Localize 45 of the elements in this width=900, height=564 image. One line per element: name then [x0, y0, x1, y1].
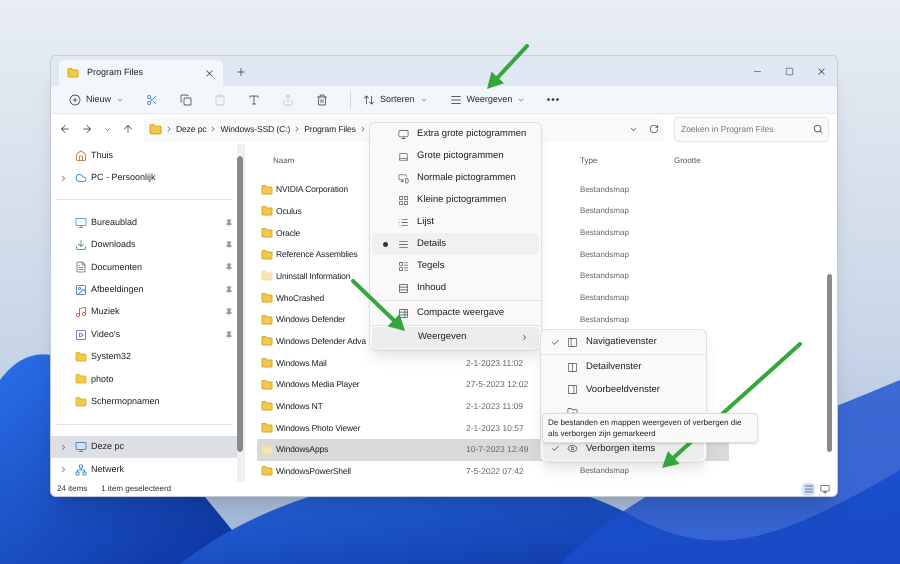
- type-cell: Bestandsmap: [580, 248, 629, 261]
- file-name: NVIDIA Corporation: [276, 183, 348, 196]
- file-name: WindowsApps: [276, 443, 328, 456]
- sidebar-label: Bureaublad: [91, 216, 138, 229]
- file-name: Windows Media Player: [276, 378, 360, 392]
- sidebar-label: Muziek: [91, 305, 121, 318]
- date-cell: 27-5-2023 12:02: [466, 378, 528, 392]
- type-cell: Bestandsmap: [580, 270, 629, 282]
- type-cell: Bestandsmap: [580, 292, 629, 304]
- sidebar-label: Thuis: [91, 149, 114, 162]
- file-name: Windows Defender: [276, 313, 346, 326]
- file-name: Windows Mail: [276, 356, 327, 370]
- sidebar-label: Video's: [91, 328, 122, 341]
- type-cell: Bestandsmap: [580, 465, 629, 478]
- item-count: 24 items: [57, 483, 88, 496]
- date-cell: 7-5-2022 07:42: [466, 465, 524, 478]
- file-name: Windows NT: [276, 400, 323, 413]
- type-cell: Bestandsmap: [580, 205, 629, 218]
- sidebar-label: PC - Persoonlijk: [91, 171, 157, 184]
- file-name: Oracle: [276, 226, 300, 240]
- file-name: Windows Defender Adva: [276, 334, 366, 348]
- file-name: WindowsPowerShell: [276, 465, 351, 478]
- tooltip: De bestanden en mappen weergeven of verbergen die als verborgen zijn gemarkeerd: [542, 413, 758, 443]
- sidebar-label: Afbeeldingen: [91, 283, 145, 296]
- tab-title: Program Files: [87, 66, 144, 80]
- file-name: Uninstall Information: [276, 270, 350, 283]
- type-cell: Bestandsmap: [580, 314, 629, 326]
- date-cell: 2-1-2023 11:02: [466, 356, 524, 370]
- date-cell: 2-1-2023 10:57: [466, 422, 524, 434]
- sidebar-label: Deze pc: [91, 440, 126, 454]
- sidebar-label: Schermopnamen: [91, 395, 161, 408]
- date-cell: 10-7-2023 12:49: [466, 443, 528, 456]
- sidebar-label: Documenten: [91, 260, 144, 274]
- date-cell: 2-1-2023 11:09: [466, 400, 524, 413]
- sidebar-label: Netwerk: [91, 462, 126, 476]
- file-name: Windows Photo Viewer: [276, 422, 360, 434]
- sidebar-label: photo: [91, 372, 115, 386]
- sidebar-label: System32: [91, 350, 132, 364]
- file-name: Oculus: [276, 204, 302, 218]
- file-name: WhoCrashed: [276, 292, 324, 304]
- selection-count: 1 item geselecteerd: [101, 483, 172, 496]
- type-cell: Bestandsmap: [580, 226, 629, 239]
- sidebar-label: Downloads: [91, 238, 137, 252]
- file-name: Reference Assemblies: [276, 248, 358, 261]
- type-cell: Bestandsmap: [580, 184, 629, 196]
